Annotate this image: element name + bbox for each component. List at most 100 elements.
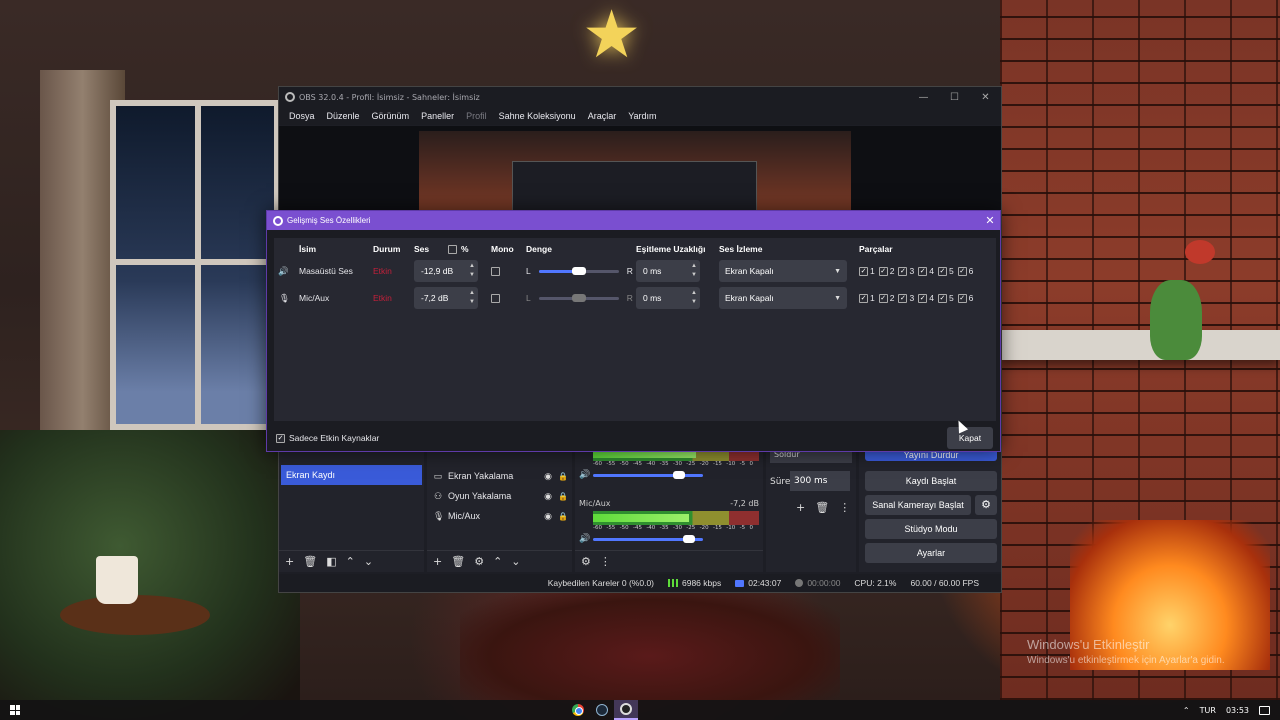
menu-tools[interactable]: Araçlar bbox=[582, 111, 623, 121]
filter-icon[interactable]: ◧ bbox=[326, 555, 336, 568]
track-toggle[interactable]: ✓ 6 bbox=[957, 266, 973, 276]
taskbar-chrome[interactable] bbox=[566, 700, 590, 720]
virtual-camera-settings-icon[interactable]: ⚙ bbox=[975, 495, 997, 515]
checkbox-checked[interactable]: ✓ bbox=[859, 266, 868, 276]
speaker-icon[interactable]: 🔊 bbox=[579, 470, 593, 480]
track-toggle[interactable]: ✓ 6 bbox=[957, 293, 973, 303]
lock-icon[interactable]: 🔒 bbox=[558, 472, 568, 481]
sync-offset-spinbox[interactable]: 0 ms ▲ ▼ bbox=[636, 260, 700, 282]
gear-icon[interactable]: ⚙ bbox=[581, 555, 591, 568]
track-toggle[interactable]: ✓ 1 bbox=[859, 293, 875, 303]
checkbox-checked[interactable]: ✓ bbox=[918, 293, 928, 303]
mono-checkbox[interactable] bbox=[491, 266, 500, 276]
balance-handle[interactable] bbox=[571, 293, 586, 302]
balance-slider[interactable] bbox=[538, 266, 619, 275]
checkbox-checked[interactable]: ✓ bbox=[898, 266, 908, 276]
spin-arrows-icon[interactable]: ▲ ▼ bbox=[469, 289, 475, 307]
studio-mode-button[interactable]: Stüdyo Modu bbox=[865, 519, 997, 539]
taskbar-steam[interactable] bbox=[590, 700, 614, 720]
menu-edit[interactable]: Düzenle bbox=[321, 111, 366, 121]
volume-slider[interactable] bbox=[593, 534, 703, 543]
volume-spinbox[interactable]: -7,2 dB ▲ ▼ bbox=[414, 287, 478, 309]
source-item[interactable]: ▭ Ekran Yakalama ◉ 🔒 bbox=[433, 467, 568, 485]
minimize-icon[interactable]: — bbox=[908, 92, 939, 103]
volume-spinbox[interactable]: -12,9 dB ▲ ▼ bbox=[414, 260, 478, 282]
menu-file[interactable]: Dosya bbox=[283, 111, 321, 121]
clock[interactable]: 03:53 bbox=[1226, 706, 1249, 715]
eye-icon[interactable]: ◉ bbox=[544, 491, 552, 502]
menu-view[interactable]: Görünüm bbox=[366, 111, 416, 121]
checkbox-checked[interactable]: ✓ bbox=[878, 293, 888, 303]
volume-slider[interactable] bbox=[593, 470, 703, 479]
checkbox-checked[interactable]: ✓ bbox=[957, 293, 967, 303]
scene-item-selected[interactable]: Ekran Kaydı bbox=[281, 465, 422, 485]
spin-arrows-icon[interactable]: ▲ ▼ bbox=[691, 262, 697, 280]
start-button[interactable] bbox=[0, 700, 30, 720]
close-button[interactable]: Kapat bbox=[947, 427, 993, 449]
trash-icon[interactable]: 🗑 bbox=[451, 555, 465, 568]
add-icon[interactable]: + bbox=[433, 555, 442, 568]
taskbar-obs[interactable] bbox=[614, 700, 638, 720]
monitoring-select[interactable]: Ekran Kapalı ▼ bbox=[719, 287, 847, 309]
track-toggle[interactable]: ✓ 3 bbox=[898, 266, 914, 276]
maximize-icon[interactable]: ☐ bbox=[939, 92, 970, 103]
track-toggle[interactable]: ✓ 5 bbox=[937, 293, 954, 303]
checkbox-checked[interactable]: ✓ bbox=[878, 266, 888, 276]
preview-canvas[interactable] bbox=[279, 126, 1001, 211]
track-toggle[interactable]: ✓ 5 bbox=[937, 266, 954, 276]
monitoring-select[interactable]: Ekran Kapalı ▼ bbox=[719, 260, 847, 282]
menu-scene-collection[interactable]: Sahne Koleksiyonu bbox=[493, 111, 582, 121]
track-toggle[interactable]: ✓ 4 bbox=[918, 266, 934, 276]
menu-dots-icon[interactable]: ⋮ bbox=[839, 501, 850, 514]
balance-slider[interactable] bbox=[538, 293, 619, 302]
percent-checkbox[interactable] bbox=[448, 244, 457, 254]
menu-help[interactable]: Yardım bbox=[622, 111, 662, 121]
checkbox-checked[interactable]: ✓ bbox=[918, 266, 928, 276]
checkbox-checked[interactable]: ✓ bbox=[937, 293, 947, 303]
track-toggle[interactable]: ✓ 2 bbox=[878, 293, 894, 303]
trash-icon[interactable]: 🗑 bbox=[815, 501, 829, 514]
checkbox-checked[interactable]: ✓ bbox=[859, 293, 868, 303]
source-item[interactable]: 🎙 Mic/Aux ◉ 🔒 bbox=[433, 507, 568, 525]
active-only-toggle[interactable]: ✓ Sadece Etkin Kaynaklar bbox=[276, 433, 379, 443]
close-icon[interactable]: ✕ bbox=[980, 214, 1000, 227]
active-only-checkbox[interactable]: ✓ bbox=[276, 433, 285, 443]
add-icon[interactable]: + bbox=[285, 555, 294, 568]
duration-spinbox[interactable]: 300 ms bbox=[790, 471, 850, 491]
close-icon[interactable]: ✕ bbox=[970, 92, 1001, 103]
checkbox-checked[interactable]: ✓ bbox=[957, 266, 967, 276]
eye-icon[interactable]: ◉ bbox=[544, 471, 552, 482]
tray-chevron-up-icon[interactable]: ⌃ bbox=[1183, 706, 1190, 715]
start-recording-button[interactable]: Kaydı Başlat bbox=[865, 471, 997, 491]
chevron-up-icon[interactable]: ⌃ bbox=[493, 555, 502, 568]
input-language[interactable]: TUR bbox=[1200, 706, 1216, 715]
track-toggle[interactable]: ✓ 4 bbox=[918, 293, 934, 303]
track-toggle[interactable]: ✓ 2 bbox=[878, 266, 894, 276]
add-icon[interactable]: + bbox=[796, 501, 805, 514]
checkbox-checked[interactable]: ✓ bbox=[898, 293, 908, 303]
mono-checkbox[interactable] bbox=[491, 293, 500, 303]
spin-arrows-icon[interactable]: ▲ ▼ bbox=[691, 289, 697, 307]
menu-profile[interactable]: Profil bbox=[460, 111, 493, 121]
trash-icon[interactable]: 🗑 bbox=[303, 555, 317, 568]
settings-button[interactable]: Ayarlar bbox=[865, 543, 997, 563]
lock-icon[interactable]: 🔒 bbox=[558, 492, 568, 501]
track-toggle[interactable]: ✓ 3 bbox=[898, 293, 914, 303]
spin-arrows-icon[interactable]: ▲ ▼ bbox=[469, 262, 475, 280]
chevron-up-icon[interactable]: ⌃ bbox=[346, 555, 355, 568]
sync-offset-spinbox[interactable]: 0 ms ▲ ▼ bbox=[636, 287, 700, 309]
menu-docks[interactable]: Paneller bbox=[415, 111, 460, 121]
speaker-icon[interactable]: 🔊 bbox=[579, 534, 593, 544]
menu-dots-icon[interactable]: ⋮ bbox=[600, 555, 611, 568]
track-toggle[interactable]: ✓ 1 bbox=[859, 266, 875, 276]
lock-icon[interactable]: 🔒 bbox=[558, 512, 568, 521]
start-virtual-camera-button[interactable]: Sanal Kamerayı Başlat bbox=[865, 495, 971, 515]
balance-handle[interactable] bbox=[571, 266, 586, 275]
eye-icon[interactable]: ◉ bbox=[544, 511, 552, 522]
gear-icon[interactable]: ⚙ bbox=[474, 555, 484, 568]
source-item[interactable]: ⚇ Oyun Yakalama ◉ 🔒 bbox=[433, 487, 568, 505]
chevron-down-icon[interactable]: ⌄ bbox=[511, 555, 520, 568]
notification-icon[interactable] bbox=[1259, 705, 1270, 715]
checkbox-checked[interactable]: ✓ bbox=[937, 266, 947, 276]
chevron-down-icon[interactable]: ⌄ bbox=[364, 555, 373, 568]
